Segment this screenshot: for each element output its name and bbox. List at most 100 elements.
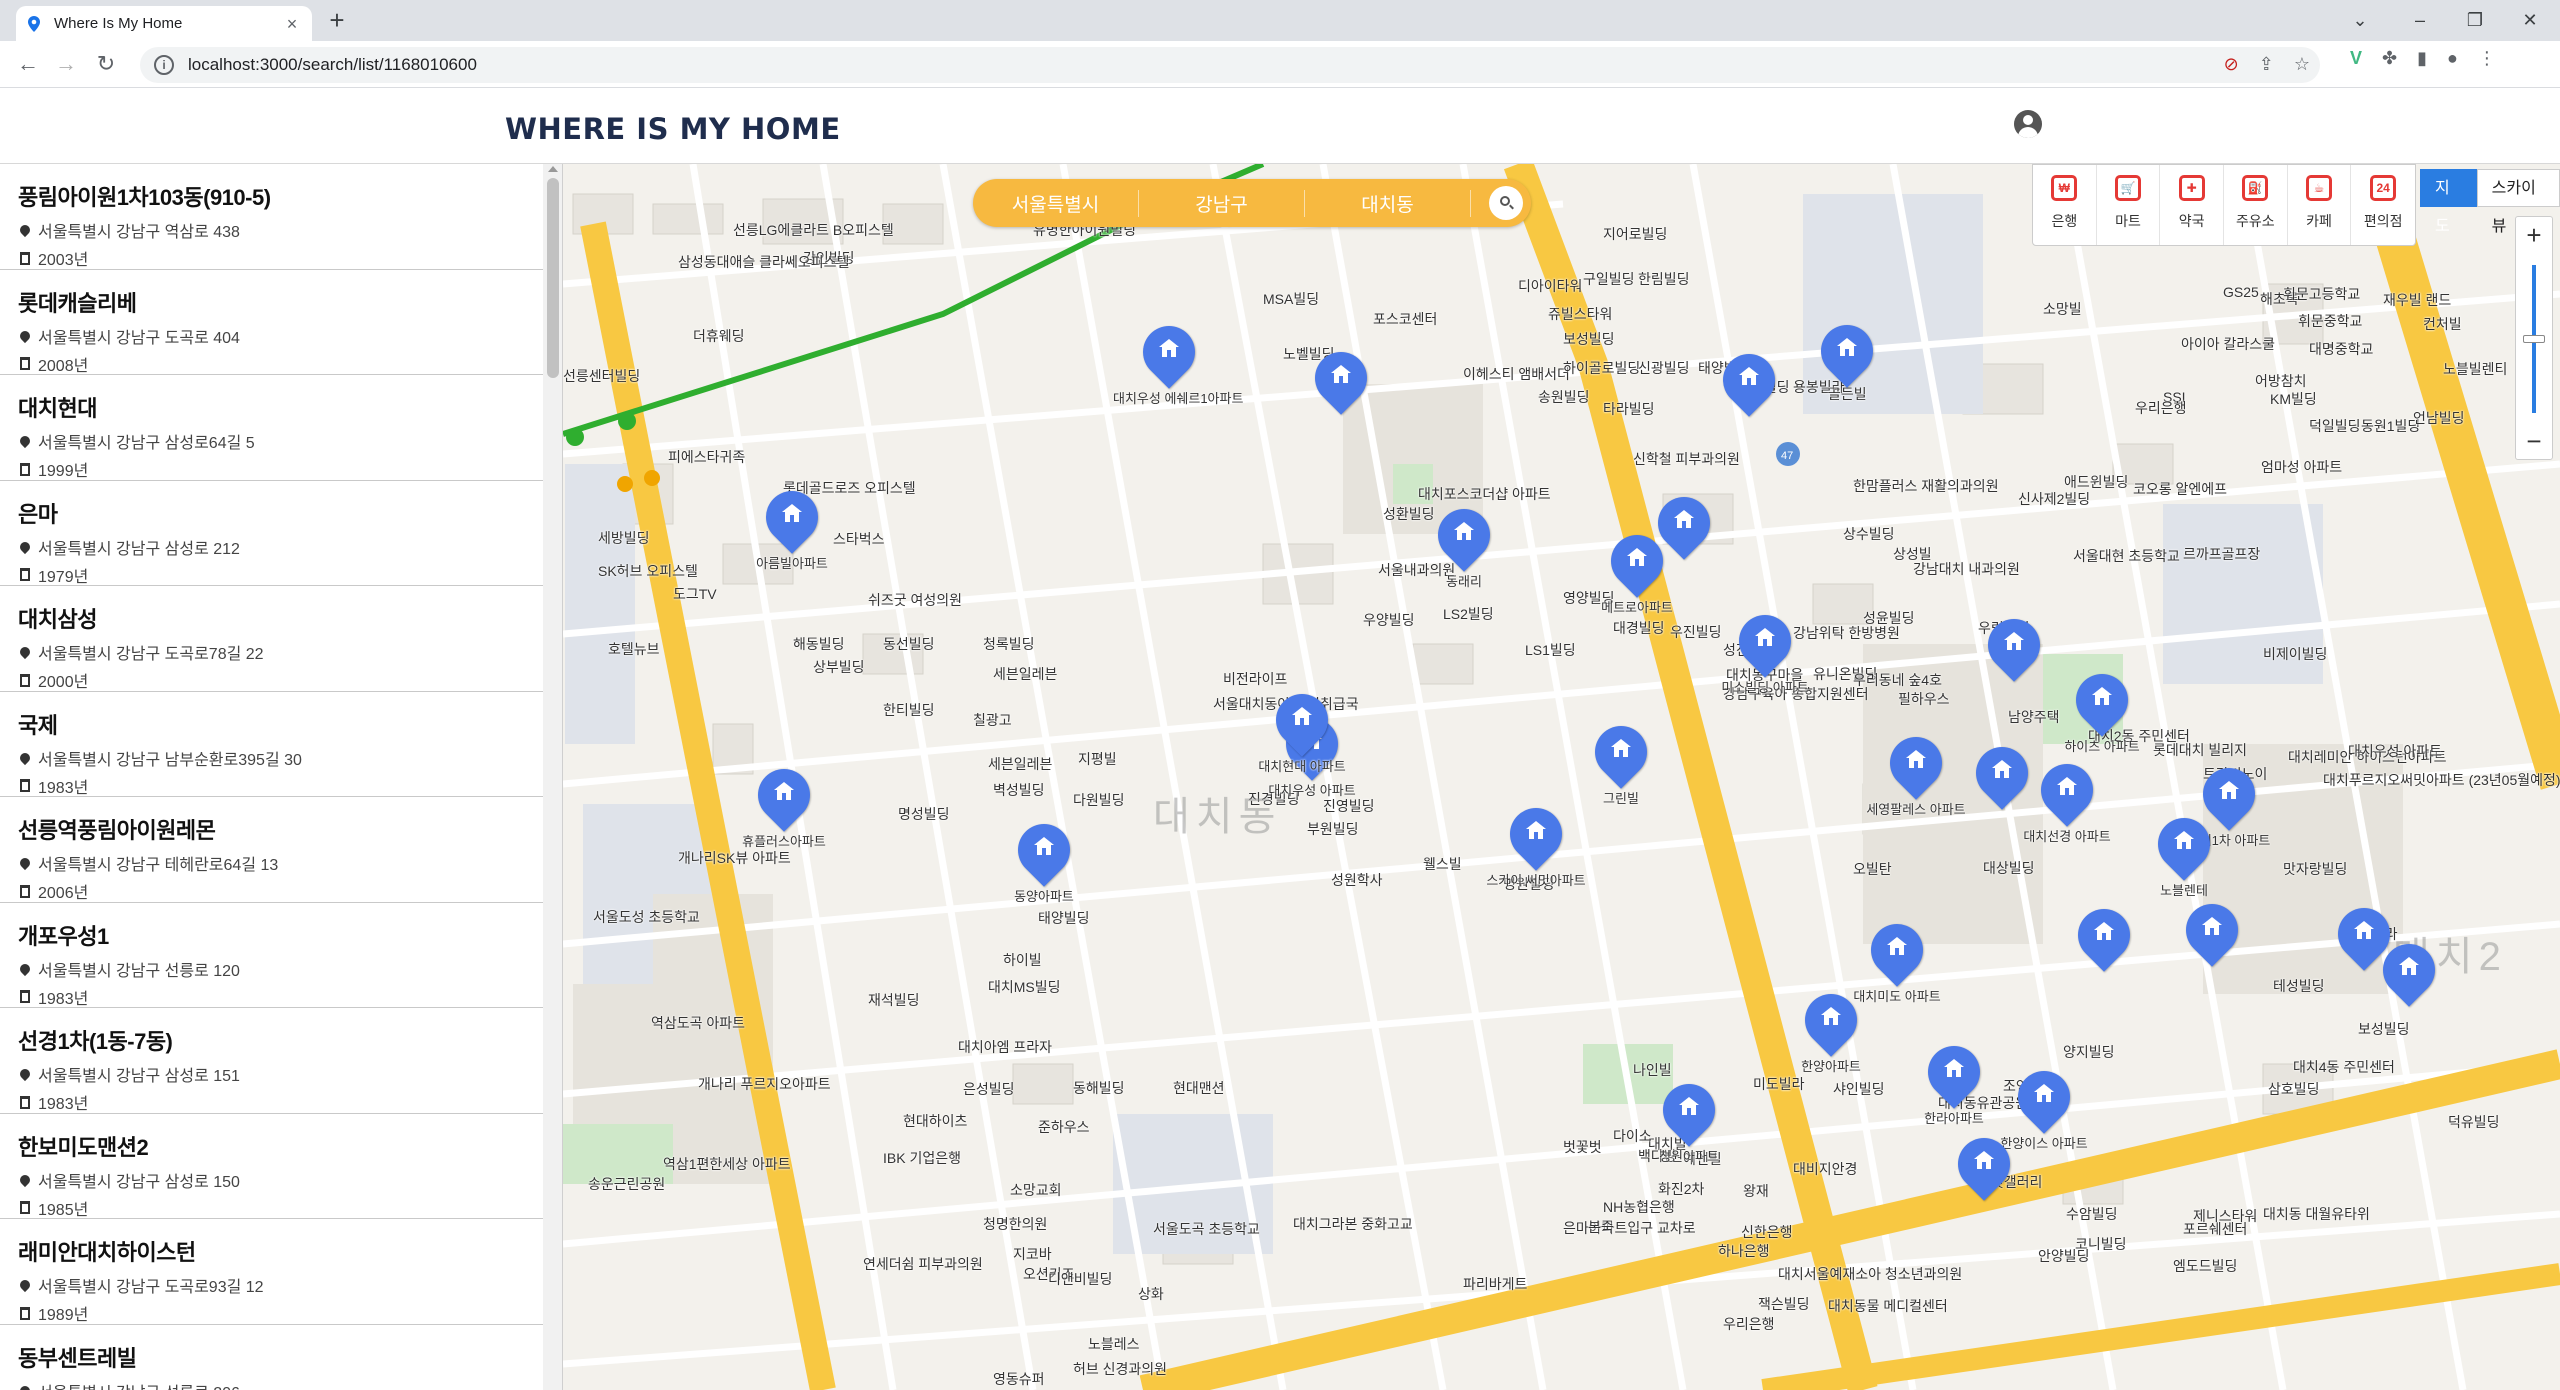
- apartment-list-item[interactable]: 동부센트레빌서울특별시 강남구 선릉로 206: [0, 1325, 543, 1390]
- category-convenience-store-button[interactable]: 24 편의점: [2351, 165, 2415, 245]
- map-place-label: 대치푸르지오써밋아파트 (23년05월예정): [2323, 772, 2560, 788]
- map-place-label: 벗꽃벗: [1563, 1139, 1602, 1155]
- restore-button[interactable]: ❐: [2445, 0, 2505, 40]
- browser-tab[interactable]: Where Is My Home ×: [16, 6, 312, 41]
- map-place-label: 샤인빌딩: [1833, 1081, 1885, 1097]
- dong-select[interactable]: 대치동: [1305, 189, 1471, 217]
- map-place-label: 필하우스: [1898, 691, 1950, 707]
- category-gas-station-button[interactable]: ⛽ 주유소: [2224, 165, 2288, 245]
- site-info-icon[interactable]: i: [154, 55, 174, 75]
- apartment-marker[interactable]: 휴플러스아파트: [742, 758, 826, 849]
- apartment-marker[interactable]: [1712, 343, 1786, 422]
- list-scrollbar[interactable]: [543, 164, 562, 1390]
- tab-close-icon[interactable]: ×: [282, 14, 302, 34]
- apartment-marker[interactable]: 대치현대 아파트: [1258, 683, 1346, 774]
- apartment-marker[interactable]: [2175, 893, 2249, 972]
- apartment-marker[interactable]: 스카이 써밋아파트: [1486, 797, 1586, 888]
- apartment-marker[interactable]: 한양아파트: [1794, 983, 1868, 1074]
- scrollbar-thumb[interactable]: [547, 178, 559, 378]
- apartment-marker[interactable]: [2372, 933, 2446, 1012]
- apartment-marker[interactable]: 대치미도 아파트: [1853, 913, 1941, 1004]
- side-panel-icon[interactable]: ▮: [2417, 48, 2427, 69]
- apartment-marker[interactable]: [1965, 736, 2039, 815]
- app-header: WHERE IS MY HOME: [0, 88, 2560, 164]
- apartment-marker[interactable]: 동래리: [1427, 498, 1501, 589]
- reload-icon[interactable]: ↻: [90, 49, 122, 81]
- bookmark-star-icon[interactable]: ☆: [2294, 54, 2310, 75]
- apartment-list-item[interactable]: 대치삼성 서울특별시 강남구 도곡로78길 22 2000년: [0, 586, 543, 692]
- apartment-list-item[interactable]: 선릉역풍림아이원레몬 서울특별시 강남구 테헤란로64길 13 2006년: [0, 797, 543, 903]
- apartment-marker[interactable]: 현대1차 아파트: [2188, 757, 2270, 848]
- search-icon[interactable]: [1489, 186, 1523, 220]
- apartment-list-item[interactable]: 풍림아이원1차103동(910-5) 서울특별시 강남구 역삼로 438 2003년: [0, 164, 543, 270]
- map-place-label: 화진2차: [1658, 1181, 1705, 1197]
- extensions-icon[interactable]: ✤: [2382, 48, 2397, 69]
- menu-kebab-icon[interactable]: ⋮: [2478, 48, 2496, 69]
- apartment-marker[interactable]: 한라아파트: [1917, 1035, 1991, 1126]
- map-place-label: 상부빌딩: [813, 659, 865, 675]
- apartment-marker[interactable]: [1947, 1127, 2021, 1206]
- map-place-label: 대치아엠 프라자: [958, 1039, 1053, 1055]
- apartment-list-item[interactable]: 은마 서울특별시 강남구 삼성로 212 1979년: [0, 481, 543, 586]
- apartment-name: 은마: [18, 501, 58, 527]
- apartment-marker[interactable]: 노블렌테: [2147, 807, 2221, 898]
- apartment-list-item[interactable]: 개포우성1 서울특별시 강남구 선릉로 120 1983년: [0, 903, 543, 1008]
- back-icon[interactable]: ←: [12, 49, 44, 81]
- apartment-marker[interactable]: [1647, 486, 1721, 565]
- map-type-skyview-button[interactable]: 스카이뷰: [2476, 169, 2560, 235]
- city-select[interactable]: 서울특별시: [973, 189, 1139, 217]
- apartment-marker[interactable]: 아름빌아파트: [755, 480, 829, 571]
- vue-devtools-icon[interactable]: V: [2350, 48, 2362, 69]
- apartment-marker[interactable]: 그린빌: [1584, 715, 1658, 806]
- close-window-button[interactable]: ✕: [2500, 0, 2560, 40]
- apartment-list-item[interactable]: 대치현대 서울특별시 강남구 삼성로64길 5 1999년: [0, 375, 543, 481]
- gu-select[interactable]: 강남구: [1139, 189, 1305, 217]
- apartment-marker[interactable]: 미소빌딩 아파트: [1721, 604, 1809, 695]
- minimize-button[interactable]: –: [2390, 0, 2450, 40]
- apartment-address: 서울특별시 강남구 역삼로 438: [38, 224, 240, 241]
- apartment-marker[interactable]: 메트로아파트: [1600, 524, 1674, 615]
- profile-icon[interactable]: ●: [2447, 48, 2458, 69]
- map-place-label: 남양주택: [2008, 709, 2060, 725]
- brand-logo[interactable]: WHERE IS MY HOME: [505, 112, 841, 146]
- apartment-marker[interactable]: [1977, 608, 2051, 687]
- apartment-marker[interactable]: [1810, 314, 1884, 393]
- map-place-label: 신학철 피부과의원: [1633, 451, 1740, 467]
- apartment-marker[interactable]: [1304, 341, 1378, 420]
- apartment-marker[interactable]: 한양이스 아파트: [2000, 1060, 2088, 1151]
- map-place-label: 선릉센터빌딩: [563, 368, 641, 384]
- map-view[interactable]: 47 유명한아이원빌딩 강인빌딩 선릉LG에클라트 B오피스텔 삼성동대애슬 클라쎄오…: [563, 164, 2560, 1390]
- tab-search-icon[interactable]: ⌄: [2330, 0, 2390, 40]
- apartment-list-item[interactable]: 선경1차(1동-7동) 서울특별시 강남구 삼성로 151 1983년: [0, 1008, 543, 1114]
- building-icon: [20, 884, 30, 898]
- address-bar[interactable]: i localhost:3000/search/list/1168010600 …: [140, 47, 2320, 83]
- apartment-list-item[interactable]: 국제 서울특별시 강남구 남부순환로395길 30 1983년: [0, 692, 543, 797]
- marker-label: 하이츠 아파트: [2064, 739, 2140, 754]
- zoom-slider-handle[interactable]: [2523, 335, 2545, 343]
- apartment-marker[interactable]: 대치우성 에쉐르1아파트: [1113, 315, 1243, 406]
- category-pharmacy-button[interactable]: ✚ 약국: [2160, 165, 2225, 245]
- apartment-marker[interactable]: 대치선경 아파트: [2023, 753, 2111, 844]
- category-mart-button[interactable]: 🛒 마트: [2097, 165, 2161, 245]
- apartment-marker[interactable]: 하이츠 아파트: [2064, 663, 2140, 754]
- map-place-label: 우양빌딩: [1363, 612, 1415, 628]
- zoom-out-button[interactable]: −: [2516, 423, 2552, 459]
- apartment-marker[interactable]: [2067, 898, 2141, 977]
- apartment-list-item[interactable]: 롯데캐슬리베 서울특별시 강남구 도곡로 404 2008년: [0, 270, 543, 375]
- apartment-marker[interactable]: 세영팔레스 아파트: [1866, 726, 1966, 817]
- share-icon[interactable]: ⇪: [2259, 54, 2274, 75]
- blocked-icon[interactable]: ⊘: [2224, 54, 2239, 75]
- zoom-in-button[interactable]: +: [2516, 217, 2552, 253]
- apartment-list-item[interactable]: 래미안대치하이스턴 서울특별시 강남구 도곡로93길 12 1989년: [0, 1219, 543, 1325]
- new-tab-button[interactable]: +: [322, 6, 352, 36]
- forward-icon[interactable]: →: [50, 49, 82, 81]
- map-place-label: 하나은행: [1718, 1243, 1770, 1259]
- apartment-list-item[interactable]: 한보미도맨션2 서울특별시 강남구 삼성로 150 1985년: [0, 1114, 543, 1219]
- user-account-icon[interactable]: [2014, 110, 2042, 138]
- category-cafe-button[interactable]: ☕ 카페: [2288, 165, 2352, 245]
- apartment-marker[interactable]: 청원아파트: [1652, 1073, 1726, 1164]
- apartment-list-panel: 풍림아이원1차103동(910-5) 서울특별시 강남구 역삼로 438 2003년…: [0, 164, 563, 1390]
- apartment-marker[interactable]: 동양아파트: [1007, 813, 1081, 904]
- map-type-roadmap-button[interactable]: 지도: [2420, 169, 2477, 235]
- category-bank-button[interactable]: ₩ 은행: [2033, 165, 2097, 245]
